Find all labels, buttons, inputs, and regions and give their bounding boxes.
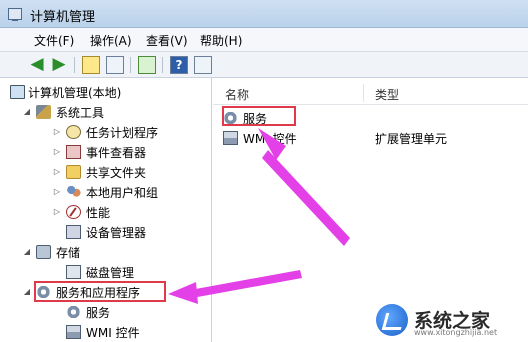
expand-icon[interactable]: ▷ bbox=[52, 167, 62, 177]
title-bar: 计算机管理 bbox=[0, 0, 528, 28]
users-icon bbox=[66, 185, 81, 199]
expand-icon[interactable]: ▷ bbox=[52, 147, 62, 157]
show-tree-icon[interactable] bbox=[106, 56, 124, 74]
computer-management-icon bbox=[8, 8, 22, 21]
menu-action[interactable]: 操作(A) bbox=[90, 32, 132, 49]
expand-icon[interactable]: ▷ bbox=[52, 187, 62, 197]
storage-icon bbox=[36, 245, 51, 259]
up-folder-icon[interactable] bbox=[82, 56, 100, 74]
watermark-logo-icon bbox=[376, 304, 408, 336]
performance-icon bbox=[66, 205, 81, 219]
wmi-icon bbox=[66, 325, 81, 339]
menu-bar: 文件(F) 操作(A) 查看(V) 帮助(H) bbox=[0, 28, 528, 52]
expand-icon[interactable]: ▷ bbox=[52, 127, 62, 137]
toolbar: ◀ ▶ ? bbox=[0, 52, 528, 78]
highlight-box-services bbox=[222, 106, 296, 126]
event-viewer-icon bbox=[66, 145, 81, 159]
collapse-icon[interactable]: ◢ bbox=[22, 287, 32, 297]
column-header-name[interactable]: 名称 bbox=[225, 86, 249, 103]
collapse-icon[interactable]: ◢ bbox=[22, 247, 32, 257]
column-header-type[interactable]: 类型 bbox=[375, 86, 399, 103]
forward-icon[interactable]: ▶ bbox=[50, 56, 68, 74]
watermark-logo: 系统之家 www.xitongzhijia.net bbox=[376, 302, 526, 338]
console-tree: 计算机管理(本地) ◢ 系统工具 ▷ 任务计划程序 ▷ 事件查看器 ▷ 共享文件… bbox=[0, 78, 212, 342]
window-title: 计算机管理 bbox=[30, 10, 96, 25]
collapse-icon[interactable]: ◢ bbox=[22, 107, 32, 117]
tools-icon bbox=[36, 105, 51, 119]
computer-icon bbox=[10, 85, 25, 99]
menu-view[interactable]: 查看(V) bbox=[146, 32, 188, 49]
export-icon[interactable] bbox=[138, 56, 156, 74]
shared-folder-icon bbox=[66, 165, 81, 179]
services-icon bbox=[66, 305, 81, 319]
clock-icon bbox=[66, 125, 81, 139]
wmi-icon bbox=[223, 131, 238, 145]
menu-help[interactable]: 帮助(H) bbox=[200, 32, 242, 49]
disk-icon bbox=[66, 265, 81, 279]
back-icon[interactable]: ◀ bbox=[28, 56, 46, 74]
menu-file[interactable]: 文件(F) bbox=[34, 32, 74, 49]
highlight-box-services-apps bbox=[34, 281, 166, 302]
help-icon[interactable]: ? bbox=[170, 56, 188, 74]
properties-icon[interactable] bbox=[194, 56, 212, 74]
expand-icon[interactable]: ▷ bbox=[52, 207, 62, 217]
device-manager-icon bbox=[66, 225, 81, 239]
